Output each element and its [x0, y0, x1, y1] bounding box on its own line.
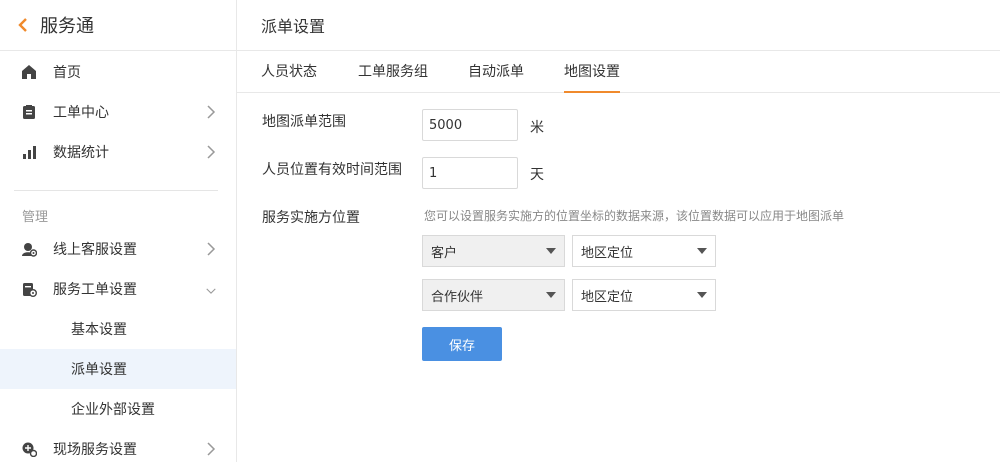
provider-location-hint: 您可以设置服务实施方的位置坐标的数据来源，该位置数据可以应用于地图派单	[424, 209, 845, 223]
source-select-customer[interactable]: 地区定位	[572, 235, 716, 267]
page-title: 派单设置	[237, 0, 1000, 51]
customer-service-icon	[20, 240, 38, 258]
sidebar: 服务通 首页 工单中心 数据统计 管理 线上客服设置 服务工单设置 基本设置 派…	[0, 0, 237, 462]
main-content: 派单设置 人员状态 工单服务组 自动派单 地图设置 地图派单范围 米 人员位置有…	[237, 0, 1000, 462]
sidebar-item-home[interactable]: 首页	[0, 52, 236, 92]
app-title: 服务通	[40, 16, 94, 37]
sidebar-item-tickets[interactable]: 工单中心	[0, 92, 236, 132]
home-icon	[20, 63, 38, 81]
tab-service-group[interactable]: 工单服务组	[358, 51, 428, 93]
sidebar-item-label: 现场服务设置	[53, 442, 137, 458]
save-button[interactable]: 保存	[422, 327, 502, 361]
select-value: 地区定位	[581, 245, 634, 261]
sidebar-item-label: 线上客服设置	[53, 242, 137, 258]
chevron-right-icon	[207, 242, 216, 256]
back-arrow-icon[interactable]	[18, 18, 30, 32]
dropdown-caret-icon	[697, 248, 707, 254]
party-select-customer[interactable]: 客户	[422, 235, 565, 267]
sidebar-item-label: 首页	[53, 65, 81, 81]
sidebar-subitem-label: 派单设置	[71, 362, 127, 378]
sidebar-subitem-label: 基本设置	[71, 322, 127, 338]
provider-location-label: 服务实施方位置	[262, 210, 360, 226]
sidebar-divider	[14, 190, 218, 191]
bar-chart-icon	[20, 143, 38, 161]
chevron-down-icon	[206, 288, 216, 294]
onsite-service-icon	[20, 440, 38, 458]
sidebar-item-label: 工单中心	[53, 105, 109, 121]
valid-time-unit: 天	[530, 167, 544, 183]
select-value: 地区定位	[581, 289, 634, 305]
sidebar-subitem-basic[interactable]: 基本设置	[0, 309, 236, 349]
select-value: 合作伙伴	[431, 289, 484, 305]
sidebar-item-onsite-service[interactable]: 现场服务设置	[0, 429, 236, 462]
tab-bar: 人员状态 工单服务组 自动派单 地图设置	[237, 51, 1000, 93]
tab-staff-status[interactable]: 人员状态	[261, 51, 317, 93]
sidebar-subitem-external[interactable]: 企业外部设置	[0, 389, 236, 429]
valid-time-label: 人员位置有效时间范围	[262, 162, 402, 178]
dropdown-caret-icon	[546, 248, 556, 254]
tab-map-settings[interactable]: 地图设置	[564, 51, 620, 93]
sidebar-header: 服务通	[0, 0, 236, 51]
section-label-manage: 管理	[22, 210, 49, 225]
clipboard-icon	[20, 103, 38, 121]
range-unit: 米	[530, 120, 544, 136]
sidebar-item-label: 服务工单设置	[53, 282, 137, 298]
select-value: 客户	[431, 245, 458, 261]
tab-auto-dispatch[interactable]: 自动派单	[468, 51, 524, 93]
range-input[interactable]	[422, 109, 518, 141]
sidebar-subitem-dispatch[interactable]: 派单设置	[0, 349, 236, 389]
dropdown-caret-icon	[697, 292, 707, 298]
app-root: 服务通 首页 工单中心 数据统计 管理 线上客服设置 服务工单设置 基本设置 派…	[0, 0, 1000, 462]
sidebar-item-online-service[interactable]: 线上客服设置	[0, 229, 236, 269]
chevron-right-icon	[207, 145, 216, 159]
sidebar-item-label: 数据统计	[53, 145, 109, 161]
range-label: 地图派单范围	[262, 114, 346, 130]
chevron-right-icon	[207, 105, 216, 119]
sidebar-item-statistics[interactable]: 数据统计	[0, 132, 236, 172]
party-select-partner[interactable]: 合作伙伴	[422, 279, 565, 311]
ticket-settings-icon	[20, 280, 38, 298]
dropdown-caret-icon	[546, 292, 556, 298]
sidebar-subitem-label: 企业外部设置	[71, 402, 155, 418]
sidebar-item-ticket-settings[interactable]: 服务工单设置	[0, 269, 236, 309]
chevron-right-icon	[207, 442, 216, 456]
source-select-partner[interactable]: 地区定位	[572, 279, 716, 311]
valid-time-input[interactable]	[422, 157, 518, 189]
